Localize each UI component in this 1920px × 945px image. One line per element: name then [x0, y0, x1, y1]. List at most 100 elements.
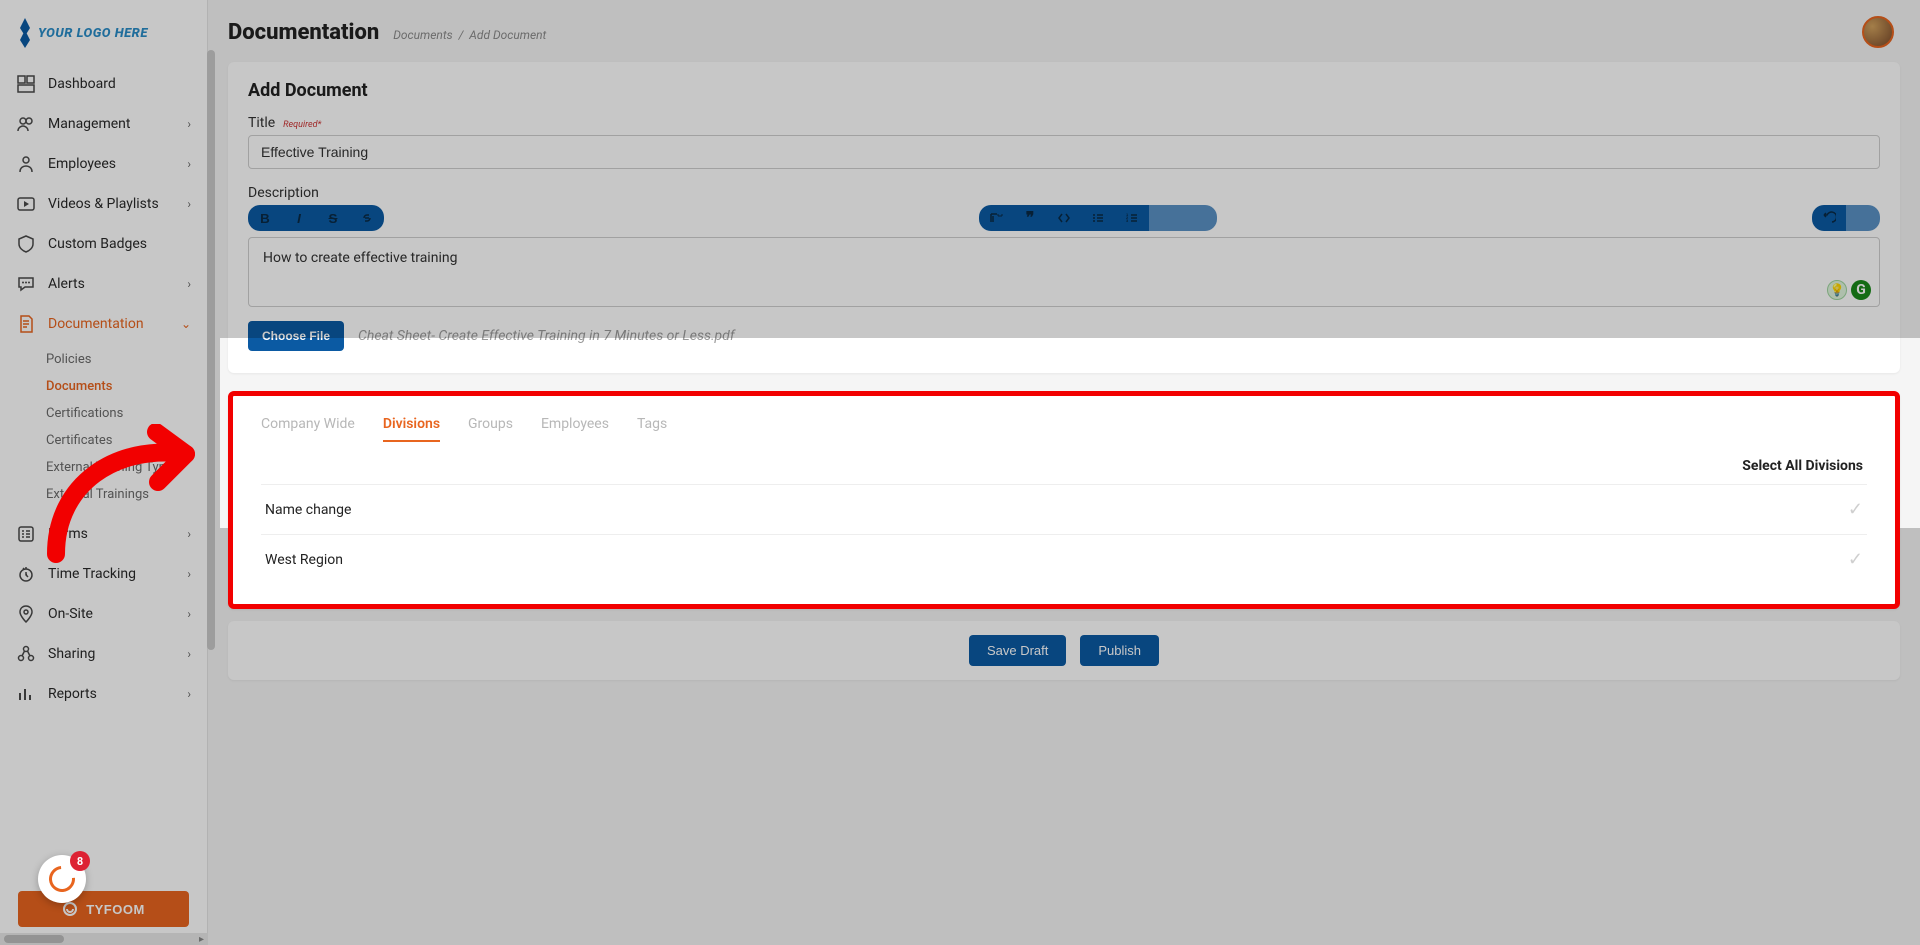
play-icon [16, 194, 36, 214]
grammarly-icon[interactable]: G [1851, 280, 1871, 300]
division-row[interactable]: West Region ✓ [261, 534, 1867, 584]
division-name: Name change [265, 502, 351, 518]
breadcrumb-current: Add Document [469, 28, 546, 42]
sidebar-item-on-site[interactable]: On-Site › [0, 594, 207, 634]
chat-icon [16, 274, 36, 294]
chevron-right-icon: › [187, 607, 191, 621]
code-button[interactable] [1047, 205, 1081, 231]
sidebar-item-management[interactable]: Management › [0, 104, 207, 144]
strikethrough-button[interactable]: S [316, 205, 350, 231]
chevron-right-icon: › [187, 687, 191, 701]
sidebar-item-label: Reports [48, 686, 97, 702]
sidebar-item-alerts[interactable]: Alerts › [0, 264, 207, 304]
card-title: Add Document [248, 80, 1880, 101]
tab-company-wide[interactable]: Company Wide [261, 410, 355, 442]
scroll-thumb[interactable] [4, 935, 64, 943]
sidebar-item-label: Forms [48, 526, 88, 542]
title-input[interactable] [248, 135, 1880, 169]
sub-item-ext-training-types[interactable]: External Training Types [46, 454, 207, 481]
check-icon[interactable]: ✓ [1848, 549, 1863, 570]
chart-icon [16, 684, 36, 704]
sidebar-item-label: On-Site [48, 606, 93, 622]
sidebar-item-label: Time Tracking [48, 566, 136, 582]
sidebar-item-dashboard[interactable]: Dashboard [0, 64, 207, 104]
italic-button[interactable]: I [282, 205, 316, 231]
ordered-list-button[interactable]: 123 [1115, 205, 1149, 231]
breadcrumb-parent[interactable]: Documents [393, 28, 452, 42]
sidebar-item-label: Custom Badges [48, 236, 147, 252]
select-all-divisions[interactable]: Select All Divisions [1742, 458, 1863, 474]
shield-icon [16, 234, 36, 254]
dashboard-icon [16, 74, 36, 94]
breadcrumb: Documents / Add Document [393, 28, 546, 42]
sidebar-item-label: Videos & Playlists [48, 196, 159, 212]
heading-button[interactable] [979, 205, 1013, 231]
sub-item-policies[interactable]: Policies [46, 346, 207, 373]
sub-item-documents[interactable]: Documents [46, 373, 207, 400]
chat-badge: 8 [70, 851, 90, 871]
sidebar: YOUR LOGO HERE Dashboard Management › Em… [0, 0, 208, 945]
tab-divisions[interactable]: Divisions [383, 410, 440, 442]
scroll-right-icon[interactable]: ▸ [199, 934, 204, 945]
brand-footer-button[interactable]: TYFOOM [18, 891, 189, 927]
clock-icon [16, 564, 36, 584]
sidebar-item-label: Employees [48, 156, 116, 172]
chevron-right-icon: › [187, 527, 191, 541]
chevron-right-icon: › [187, 157, 191, 171]
choose-file-button[interactable]: Choose File [248, 321, 344, 351]
sidebar-item-videos[interactable]: Videos & Playlists › [0, 184, 207, 224]
footer-button-label: TYFOOM [86, 902, 145, 917]
sidebar-item-time-tracking[interactable]: Time Tracking › [0, 554, 207, 594]
chevron-right-icon: › [187, 567, 191, 581]
logo-mark-icon [18, 18, 32, 48]
sidebar-item-employees[interactable]: Employees › [0, 144, 207, 184]
division-row[interactable]: Name change ✓ [261, 484, 1867, 534]
logo[interactable]: YOUR LOGO HERE [0, 0, 207, 64]
sidebar-item-forms[interactable]: Forms › [0, 514, 207, 554]
sidebar-item-sharing[interactable]: Sharing › [0, 634, 207, 674]
main-content: Documentation Documents / Add Document A… [208, 0, 1920, 945]
sidebar-item-badges[interactable]: Custom Badges [0, 224, 207, 264]
quote-button[interactable]: ❞ [1013, 205, 1047, 231]
sidebar-scrollbar[interactable] [207, 50, 215, 650]
suggestion-icon[interactable]: 💡 [1827, 280, 1847, 300]
sidebar-item-label: Management [48, 116, 130, 132]
sidebar-item-label: Sharing [48, 646, 95, 662]
sidebar-item-label: Dashboard [48, 76, 116, 92]
redo-button[interactable] [1846, 205, 1880, 231]
sidebar-horizontal-scroll[interactable]: ▸ [0, 933, 208, 945]
bullet-list-button[interactable] [1081, 205, 1115, 231]
publish-button[interactable]: Publish [1080, 635, 1159, 666]
editor-extra-1-button[interactable] [1149, 205, 1183, 231]
required-badge: Required* [283, 120, 321, 130]
chat-fab[interactable]: 8 [38, 855, 86, 903]
sidebar-item-documentation[interactable]: Documentation ⌄ [0, 304, 207, 344]
actions-card: Save Draft Publish [228, 621, 1900, 680]
share-icon [16, 644, 36, 664]
uploaded-file-name: Cheat Sheet- Create Effective Training i… [358, 328, 735, 344]
undo-button[interactable] [1812, 205, 1846, 231]
sub-item-ext-trainings[interactable]: External Trainings [46, 481, 207, 508]
avatar[interactable] [1862, 16, 1894, 48]
tab-tags[interactable]: Tags [637, 410, 667, 442]
person-icon [16, 154, 36, 174]
description-editor[interactable]: How to create effective training 💡 G [248, 237, 1880, 307]
editor-extra-2-button[interactable] [1183, 205, 1217, 231]
breadcrumb-sep: / [456, 28, 470, 42]
save-draft-button[interactable]: Save Draft [969, 635, 1066, 666]
sidebar-item-reports[interactable]: Reports › [0, 674, 207, 714]
form-icon [16, 524, 36, 544]
description-value: How to create effective training [263, 250, 457, 266]
sidebar-item-label: Alerts [48, 276, 85, 292]
check-icon[interactable]: ✓ [1848, 499, 1863, 520]
sub-item-certificates[interactable]: Certificates [46, 427, 207, 454]
sub-item-certifications[interactable]: Certifications [46, 400, 207, 427]
tab-employees[interactable]: Employees [541, 410, 609, 442]
documentation-submenu: Policies Documents Certifications Certif… [0, 344, 207, 514]
chevron-right-icon: › [187, 277, 191, 291]
link-button[interactable] [350, 205, 384, 231]
svg-text:3: 3 [1126, 218, 1129, 223]
bold-button[interactable]: B [248, 205, 282, 231]
chevron-right-icon: › [187, 647, 191, 661]
tab-groups[interactable]: Groups [468, 410, 513, 442]
